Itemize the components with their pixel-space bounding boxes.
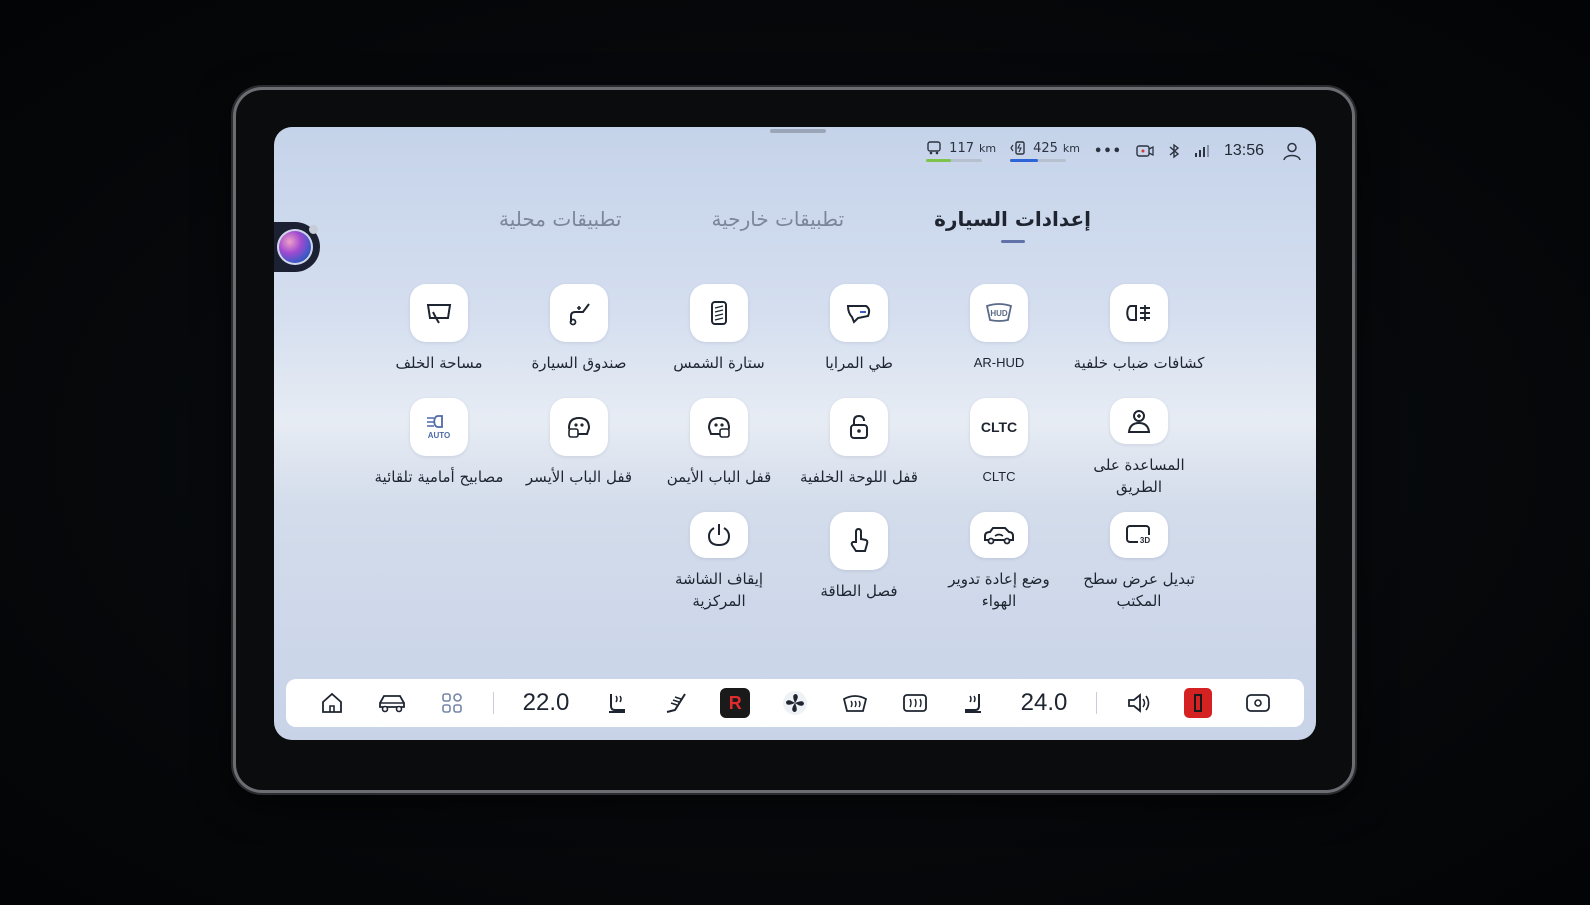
tab-local-apps[interactable]: تطبيقات محلية (499, 207, 621, 239)
screen-off-icon (690, 512, 748, 558)
tile-label: مساحة الخلف (395, 354, 483, 372)
pull-down-handle[interactable] (770, 129, 826, 133)
camera-toggle-icon[interactable] (1240, 685, 1276, 721)
tile-label: إيقاف الشاشة المركزية (674, 570, 764, 610)
tile-rear-fog-lights[interactable]: كشافات ضباب خلفية (1069, 284, 1209, 384)
car-icon[interactable] (374, 685, 410, 721)
trunk-icon (550, 284, 608, 342)
electric-range-bar (1010, 158, 1039, 162)
tab-external-apps[interactable]: تطبيقات خارجية (711, 207, 844, 239)
dock-divider (1095, 692, 1097, 714)
fuel-range-icon (926, 141, 944, 155)
fuel-range-bar (926, 158, 952, 162)
cltc-icon: CLTC (970, 398, 1028, 456)
mirror-fold-icon (830, 284, 888, 342)
tile-ar-hud[interactable]: HUD AR-HUD (929, 284, 1069, 384)
fuel-range: 117 km (926, 141, 996, 162)
tab-car-settings[interactable]: إعدادات السيارة (934, 207, 1091, 243)
tile-sunshade[interactable]: ستارة الشمس (649, 284, 789, 384)
electric-range: 425 km (1010, 141, 1080, 162)
fuel-range-value: 117 (949, 140, 974, 156)
bluetooth-icon[interactable] (1168, 143, 1180, 159)
tile-tailgate-lock[interactable]: قفل اللوحة الخلفية (789, 398, 929, 498)
tile-label: وضع إعادة تدوير الهواء (948, 570, 1050, 610)
tile-roadside-assist[interactable]: المساعدة على الطريق (1069, 398, 1209, 498)
desktop-3d-icon: 3D (1110, 512, 1168, 558)
electric-range-value: 425 (1033, 140, 1058, 156)
tile-mirror-fold[interactable]: طي المرايا (789, 284, 929, 384)
tile-label: قفل الباب الأيسر (525, 468, 633, 486)
fuel-range-unit: km (979, 141, 997, 155)
seat-heat-right-icon[interactable] (956, 685, 992, 721)
tile-label: المساعدة على الطريق (1093, 456, 1185, 496)
tile-auto-headlights[interactable]: AUTO مصابيح أمامية تلقائية (369, 398, 509, 498)
driver-temperature[interactable]: 22.0 (518, 689, 574, 717)
dock-divider (493, 692, 495, 714)
tile-label: طي المرايا (825, 354, 893, 372)
tile-desktop-3d-switch[interactable]: 3D تبديل عرض سطح المكتب (1069, 512, 1209, 612)
svg-text:HUD: HUD (990, 309, 1008, 318)
fan-icon[interactable] (777, 685, 813, 721)
bottom-dock: 22.0 R 24.0 (286, 679, 1304, 727)
category-tabs: إعدادات السيارة تطبيقات خارجية تطبيقات م… (274, 207, 1316, 243)
tile-rear-wiper[interactable]: مساحة الخلف (369, 284, 509, 384)
tailgate-lock-icon (830, 398, 888, 456)
tile-label: AR-HUD (973, 355, 1025, 370)
tile-label: CLTC (982, 469, 1016, 484)
desktop-3d-icon-text: 3D (1140, 536, 1150, 545)
signal-icon (1194, 144, 1210, 158)
rear-wiper-icon (410, 284, 468, 342)
infotainment-screen: 117 km 425 km ••• 13:56 إعدادات السيارة … (274, 127, 1316, 740)
tile-label: صندوق السيارة (531, 354, 627, 372)
hazard-button (1184, 688, 1213, 718)
roadside-assist-icon (1110, 398, 1168, 444)
r-badge-icon[interactable]: R (717, 685, 753, 721)
hud-icon: HUD (970, 284, 1028, 342)
home-icon[interactable] (314, 685, 350, 721)
rear-defrost-icon[interactable] (897, 685, 933, 721)
user-icon[interactable] (1282, 141, 1302, 161)
tile-power-off[interactable]: فصل الطاقة (789, 512, 929, 612)
tile-label: فصل الطاقة (820, 582, 898, 600)
status-bar: 117 km 425 km ••• 13:56 (926, 137, 1302, 165)
tile-right-door-lock[interactable]: قفل الباب الأيمن (649, 398, 789, 498)
cltc-icon-text: CLTC (980, 419, 1018, 435)
settings-grid: كشافات ضباب خلفية HUD AR-HUD طي المرايا … (369, 284, 1209, 612)
electric-range-unit: km (1062, 141, 1081, 155)
right-door-lock-icon (690, 398, 748, 456)
front-defrost-icon[interactable] (837, 685, 873, 721)
auto-icon-text: AUTO (428, 431, 451, 440)
tile-left-door-lock[interactable]: قفل الباب الأيسر (509, 398, 649, 498)
left-door-lock-icon (550, 398, 608, 456)
tile-label: مصابيح أمامية تلقائية (374, 468, 504, 486)
tile-label: تبديل عرض سطح المكتب (1083, 570, 1195, 610)
seat-heat-left-icon[interactable] (598, 685, 634, 721)
r-badge: R (720, 688, 751, 718)
camera-icon[interactable] (1136, 144, 1154, 158)
more-icon[interactable]: ••• (1094, 144, 1122, 159)
apps-icon[interactable] (434, 685, 470, 721)
tile-label: كشافات ضباب خلفية (1073, 354, 1205, 372)
auto-headlight-icon: AUTO (410, 398, 468, 456)
seat-vent-icon[interactable] (658, 685, 694, 721)
hazard-icon[interactable] (1180, 685, 1216, 721)
passenger-temperature[interactable]: 24.0 (1016, 689, 1072, 717)
air-recirculation-icon (970, 512, 1028, 558)
power-off-touch-icon (830, 512, 888, 570)
tile-label: قفل اللوحة الخلفية (800, 468, 918, 486)
rear-fog-light-icon (1110, 284, 1168, 342)
tile-air-recirculation[interactable]: وضع إعادة تدوير الهواء (929, 512, 1069, 612)
tile-label: قفل الباب الأيمن (666, 468, 772, 486)
tile-label: ستارة الشمس (673, 354, 765, 372)
sunshade-icon (690, 284, 748, 342)
volume-icon[interactable] (1121, 685, 1157, 721)
tile-cltc[interactable]: CLTC CLTC (929, 398, 1069, 498)
tile-trunk[interactable]: صندوق السيارة (509, 284, 649, 384)
clock: 13:56 (1223, 142, 1264, 159)
tile-screen-off[interactable]: إيقاف الشاشة المركزية (649, 512, 789, 612)
electric-range-icon (1010, 141, 1028, 155)
